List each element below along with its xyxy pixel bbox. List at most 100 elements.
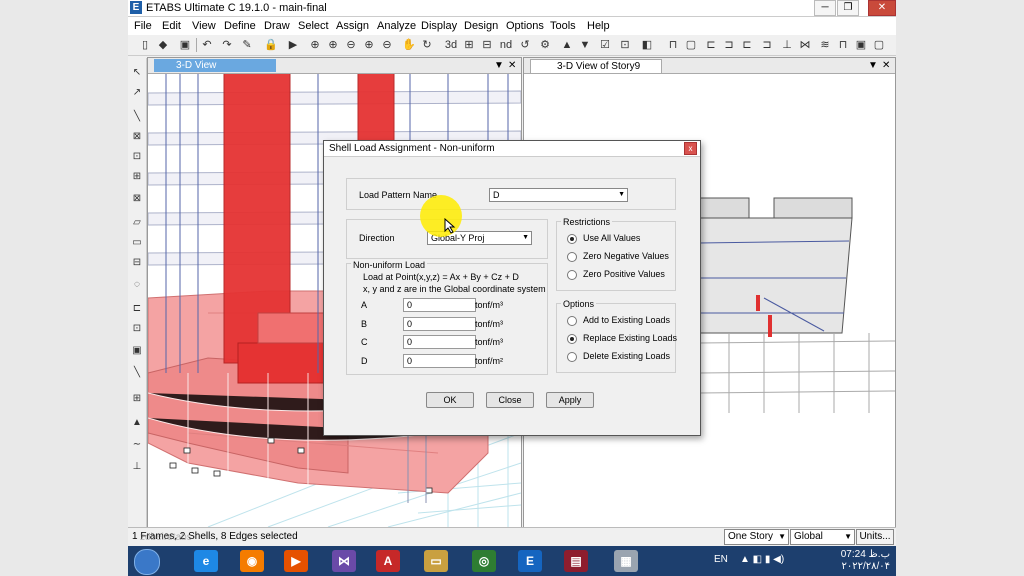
coordinate-system-dropdown[interactable]: Global ▼ bbox=[790, 529, 855, 545]
plan-view-icon[interactable]: ⊞ bbox=[462, 38, 476, 52]
delete-existing-radio[interactable] bbox=[567, 352, 577, 362]
redo-icon[interactable]: ↷ bbox=[220, 38, 234, 52]
winrar-icon[interactable]: ▤ bbox=[564, 550, 588, 572]
menu-select[interactable]: Select bbox=[298, 19, 329, 33]
story-dropdown[interactable]: One Story ▼ bbox=[724, 529, 789, 545]
menu-draw[interactable]: Draw bbox=[264, 19, 290, 33]
language-indicator[interactable]: EN bbox=[714, 554, 728, 565]
pane-close-icon[interactable]: ✕ bbox=[882, 59, 890, 72]
elevation-view-icon[interactable]: ⊟ bbox=[480, 38, 494, 52]
pencil-icon[interactable]: ✎ bbox=[240, 38, 254, 52]
zoom-out-icon[interactable]: ⊖ bbox=[344, 38, 358, 52]
replace-existing-radio[interactable] bbox=[567, 334, 577, 344]
coefficient-d-input[interactable]: 0 bbox=[403, 354, 476, 368]
menu-options[interactable]: Options bbox=[506, 19, 544, 33]
diaphragm-icon[interactable]: ⊓ bbox=[836, 38, 850, 52]
undo-icon[interactable]: ↶ bbox=[200, 38, 214, 52]
tray-icons[interactable]: ▲ ◧ ▮ ◀) bbox=[740, 554, 784, 565]
close-button[interactable]: Close bbox=[486, 392, 534, 408]
zoom-extents-icon[interactable]: ⊕ bbox=[362, 38, 376, 52]
select-all-icon[interactable]: ☑ bbox=[598, 38, 612, 52]
draw-wave-icon[interactable]: ∼ bbox=[130, 438, 144, 452]
display-options-icon[interactable]: ⚙ bbox=[538, 38, 552, 52]
menu-help[interactable]: Help bbox=[587, 19, 610, 33]
move-down-icon[interactable]: ▼ bbox=[578, 38, 592, 52]
more-tools-icon[interactable]: ▢ bbox=[872, 38, 886, 52]
use-all-values-radio[interactable] bbox=[567, 234, 577, 244]
move-up-icon[interactable]: ▲ bbox=[560, 38, 574, 52]
draw-beam-icon[interactable]: ⊠ bbox=[130, 130, 144, 144]
save-icon[interactable]: ▣ bbox=[178, 38, 192, 52]
draw-null-icon[interactable]: ⊡ bbox=[130, 322, 144, 336]
pane-close-icon[interactable]: ✕ bbox=[508, 59, 516, 72]
menu-assign[interactable]: Assign bbox=[336, 19, 369, 33]
draw-dimension-icon[interactable]: ⊥ bbox=[130, 460, 144, 474]
file-explorer-icon[interactable]: ▭ bbox=[424, 550, 448, 572]
minimize-button[interactable]: ─ bbox=[814, 0, 836, 16]
frame-icon[interactable]: ⊓ bbox=[666, 38, 680, 52]
view-3d-icon[interactable]: 3d bbox=[442, 38, 460, 52]
pane-dropdown-icon[interactable]: ▼ bbox=[494, 59, 504, 72]
draw-point-icon[interactable]: ▣ bbox=[130, 344, 144, 358]
firefox-icon[interactable]: ◉ bbox=[240, 550, 264, 572]
coefficient-a-input[interactable]: 0 bbox=[403, 298, 476, 312]
tab-3d-view-story9[interactable]: 3-D View of Story9 bbox=[530, 59, 662, 74]
draw-link-icon[interactable]: ╲ bbox=[130, 366, 144, 380]
section-icon[interactable]: ▣ bbox=[854, 38, 868, 52]
object-shrink-icon[interactable]: ◧ bbox=[640, 38, 654, 52]
zero-negative-values-radio[interactable] bbox=[567, 252, 577, 262]
close-window-button[interactable]: ✕ bbox=[868, 0, 896, 16]
pan-icon[interactable]: ✋ bbox=[402, 38, 416, 52]
draw-grid-icon[interactable]: ⊞ bbox=[130, 392, 144, 406]
menu-design[interactable]: Design bbox=[464, 19, 498, 33]
internet-explorer-icon[interactable]: e bbox=[194, 550, 218, 572]
menu-analyze[interactable]: Analyze bbox=[377, 19, 416, 33]
chrome-icon[interactable]: ◎ bbox=[472, 550, 496, 572]
units-button[interactable]: Units... bbox=[856, 529, 894, 545]
load-pattern-dropdown[interactable]: D ▼ bbox=[489, 188, 628, 202]
new-model-icon[interactable]: ▯ bbox=[138, 38, 152, 52]
draw-brace-icon[interactable]: ⊞ bbox=[130, 170, 144, 184]
coefficient-c-input[interactable]: 0 bbox=[403, 335, 476, 349]
maximize-button[interactable]: ❐ bbox=[837, 0, 859, 16]
menu-display[interactable]: Display bbox=[421, 19, 457, 33]
media-player-icon[interactable]: ▶ bbox=[284, 550, 308, 572]
start-button-icon[interactable] bbox=[134, 549, 160, 575]
zoom-window-icon[interactable]: ⊕ bbox=[308, 38, 322, 52]
draw-opening-icon[interactable]: ◌ bbox=[130, 278, 144, 292]
tray-clock[interactable]: 07:24 ب.ظ ۲۰۲۲/۲۸/۰۴ bbox=[828, 549, 890, 573]
ok-button[interactable]: OK bbox=[426, 392, 474, 408]
coefficient-b-input[interactable]: 0 bbox=[403, 317, 476, 331]
rotate-3d-icon[interactable]: ↻ bbox=[420, 38, 434, 52]
menu-view[interactable]: View bbox=[192, 19, 216, 33]
etabs-taskbar-icon[interactable]: E bbox=[518, 550, 542, 572]
menu-tools[interactable]: Tools bbox=[550, 19, 576, 33]
apply-button[interactable]: Apply bbox=[546, 392, 594, 408]
lock-icon[interactable]: 🔒 bbox=[264, 38, 278, 52]
menu-file[interactable]: File bbox=[134, 19, 152, 33]
draw-tendon-icon[interactable]: ▲ bbox=[130, 416, 144, 430]
spring-icon[interactable]: ≋ bbox=[818, 38, 832, 52]
add-to-existing-radio[interactable] bbox=[567, 316, 577, 326]
tab-3d-view[interactable]: 3-D View bbox=[154, 59, 276, 72]
support-icon[interactable]: ⊥ bbox=[780, 38, 794, 52]
menu-define[interactable]: Define bbox=[224, 19, 256, 33]
wall-icon[interactable]: ⊏ bbox=[740, 38, 754, 52]
link-icon[interactable]: ⋈ bbox=[798, 38, 812, 52]
draw-slab-icon[interactable]: ⊏ bbox=[130, 302, 144, 316]
beam-icon[interactable]: ⊏ bbox=[704, 38, 718, 52]
reshape-icon[interactable]: ↗ bbox=[130, 86, 144, 100]
calculator-icon[interactable]: ▦ bbox=[614, 550, 638, 572]
shell-icon[interactable]: ▢ bbox=[684, 38, 698, 52]
visual-studio-icon[interactable]: ⋈ bbox=[332, 550, 356, 572]
column-icon[interactable]: ⊐ bbox=[760, 38, 774, 52]
zero-positive-values-radio[interactable] bbox=[567, 270, 577, 280]
draw-floor-icon[interactable]: ▱ bbox=[130, 216, 144, 230]
draw-rect-icon[interactable]: ▭ bbox=[130, 236, 144, 250]
brace-icon[interactable]: ⊐ bbox=[722, 38, 736, 52]
draw-cross-brace-icon[interactable]: ⊠ bbox=[130, 192, 144, 206]
open-icon[interactable]: ◆ bbox=[156, 38, 170, 52]
refresh-icon[interactable]: ↺ bbox=[518, 38, 532, 52]
select-intersect-icon[interactable]: ⊡ bbox=[618, 38, 632, 52]
menu-edit[interactable]: Edit bbox=[162, 19, 181, 33]
